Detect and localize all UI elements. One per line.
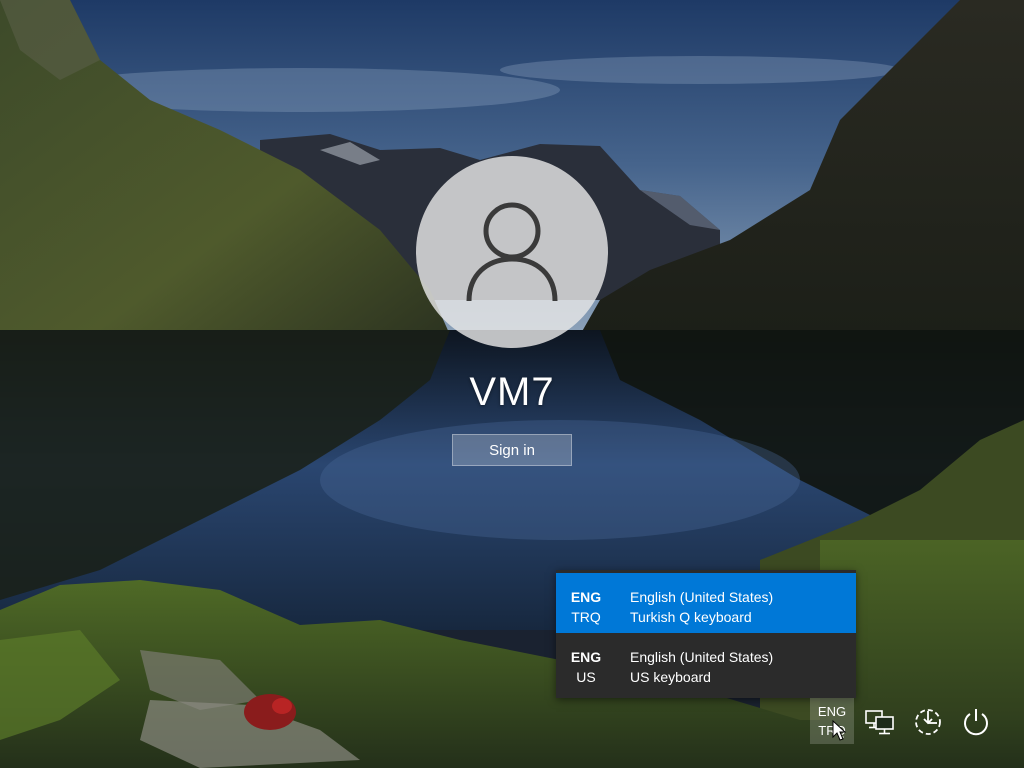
tray-language-code: ENG — [817, 704, 847, 719]
tray-layout-code: TRQ — [818, 723, 846, 738]
power-icon — [964, 709, 988, 736]
lock-screen: VM7 Sign in ENG TRQ English (United Stat… — [0, 0, 1024, 768]
language-code: ENG — [570, 649, 602, 665]
language-option-us[interactable]: ENG US English (United States) US keyboa… — [556, 633, 856, 693]
language-description: English (United States) Turkish Q keyboa… — [630, 587, 773, 627]
language-code: ENG — [570, 589, 602, 605]
network-icon — [865, 710, 894, 735]
input-language-button[interactable]: ENG TRQ — [810, 698, 854, 744]
user-icon — [466, 202, 558, 302]
layout-name: US keyboard — [630, 669, 711, 685]
power-button[interactable] — [958, 704, 994, 740]
layout-code: TRQ — [571, 609, 601, 625]
user-name: VM7 — [469, 370, 555, 414]
ease-of-access-button[interactable] — [910, 704, 946, 740]
language-name: English (United States) — [630, 649, 774, 665]
language-description: English (United States) US keyboard — [630, 647, 773, 687]
language-name: English (United States) — [630, 589, 774, 605]
sign-in-label: Sign in — [489, 441, 535, 459]
layout-code: US — [576, 669, 596, 685]
user-avatar — [416, 156, 608, 348]
language-option-trq[interactable]: ENG TRQ English (United States) Turkish … — [556, 573, 856, 633]
sign-in-button[interactable]: Sign in — [452, 434, 572, 466]
input-language-menu: ENG TRQ English (United States) Turkish … — [556, 570, 856, 698]
layout-name: Turkish Q keyboard — [630, 609, 752, 625]
language-code-group: ENG TRQ — [556, 587, 616, 627]
network-button[interactable] — [862, 704, 898, 740]
ease-of-access-icon — [915, 709, 941, 735]
language-code-group: ENG US — [556, 647, 616, 687]
